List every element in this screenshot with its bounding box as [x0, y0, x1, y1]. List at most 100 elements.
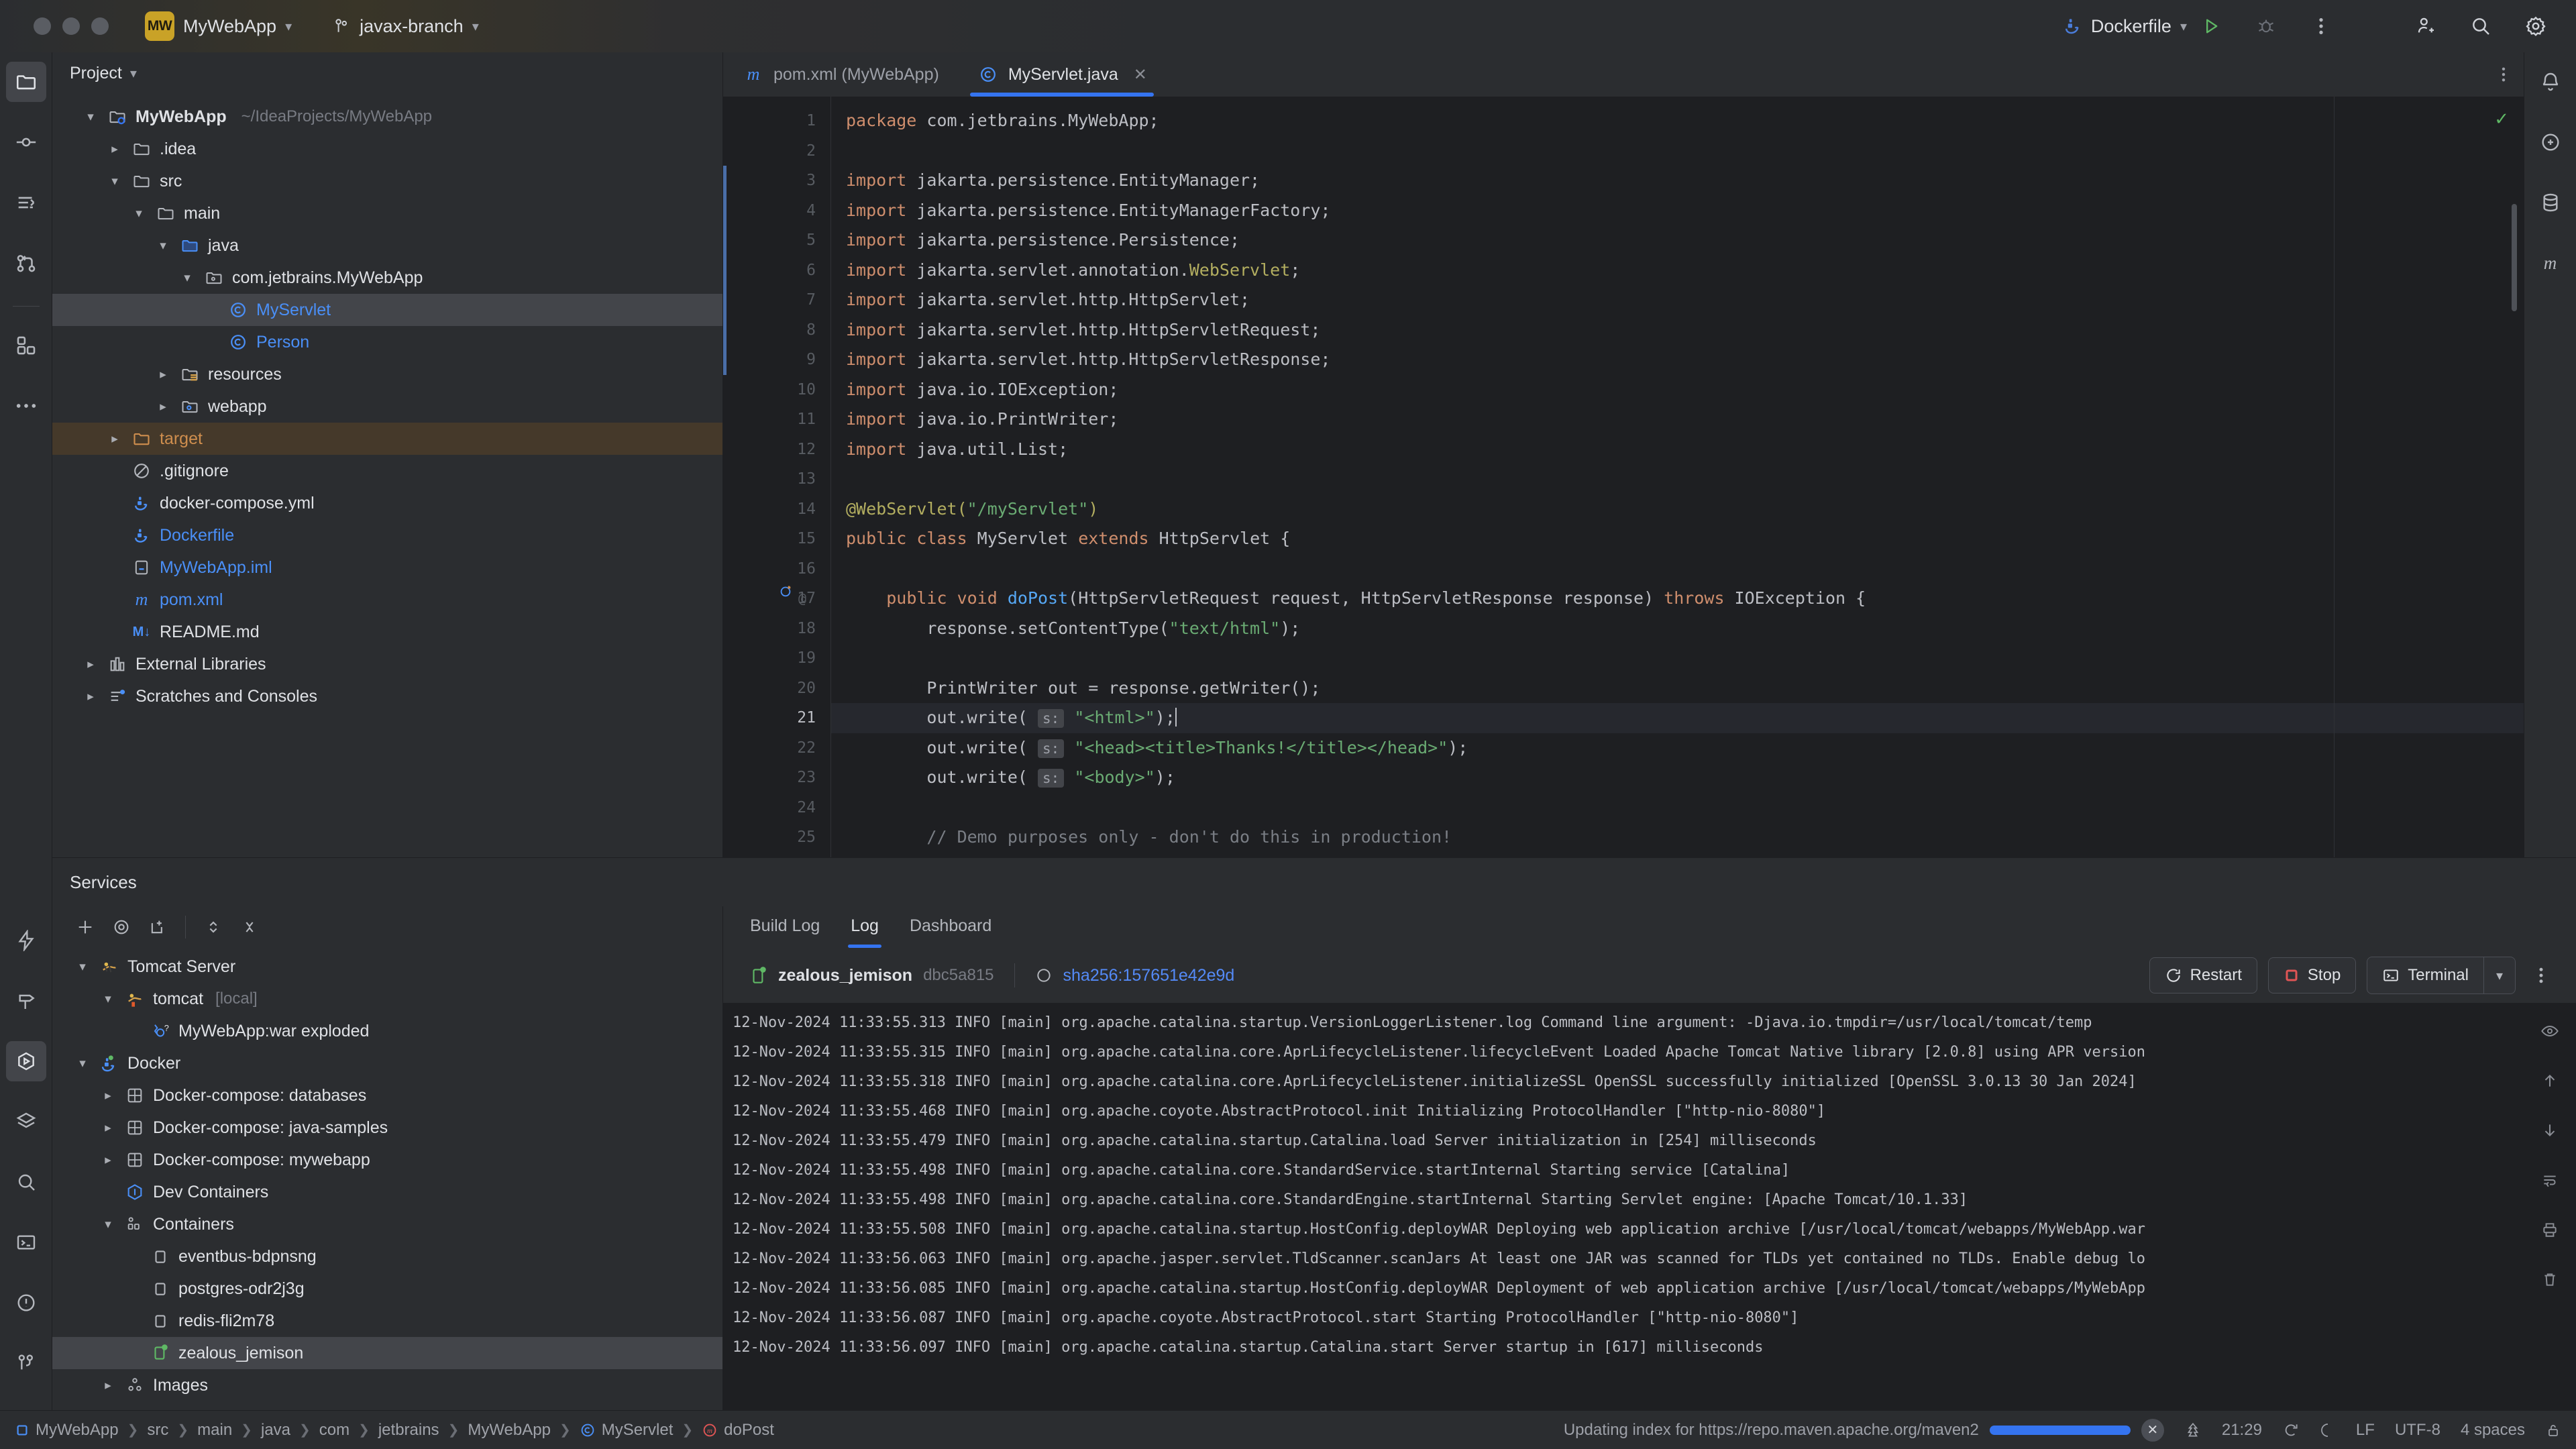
breadcrumb-item[interactable]: MyWebApp — [15, 1421, 119, 1440]
gutter-line-number[interactable]: 20 — [723, 674, 830, 704]
add-user-icon[interactable] — [2410, 10, 2442, 42]
services-icon[interactable] — [6, 1041, 46, 1081]
log-tab[interactable]: Dashboard — [910, 916, 991, 938]
gutter-line-number[interactable]: 2 — [723, 136, 830, 166]
inspection-ok-icon[interactable]: ✓ — [2494, 109, 2509, 129]
code-line[interactable]: public class MyServlet extends HttpServl… — [831, 524, 2524, 554]
line-separator-label[interactable]: LF — [2356, 1421, 2375, 1440]
gutter-line-number[interactable]: 22 — [723, 733, 830, 763]
breadcrumb-item[interactable]: mdoPost — [702, 1421, 774, 1440]
chevron-down-icon[interactable]: ▾ — [2484, 957, 2515, 994]
branch-selector[interactable]: javax-branch ▾ — [325, 12, 487, 41]
services-tree-item[interactable]: ▾Tomcat Server — [52, 951, 722, 983]
add-icon[interactable] — [67, 910, 103, 944]
code-line[interactable]: import jakarta.servlet.http.HttpServletR… — [831, 315, 2524, 345]
scroll-to-end-icon[interactable] — [2532, 1014, 2567, 1049]
annotation-gutter-icon[interactable]: @ — [798, 584, 806, 614]
code-viewport[interactable]: 12345678910111213141516@1718192021222324… — [723, 97, 2524, 857]
project-tree[interactable]: ▾MyWebApp~/IdeaProjects/MyWebApp▸.idea▾s… — [52, 94, 722, 857]
services-tree-item[interactable]: ▸Docker-compose: mywebapp — [52, 1144, 722, 1176]
code-line[interactable]: import jakarta.servlet.http.HttpServletR… — [831, 345, 2524, 375]
terminal-split-button[interactable]: Terminal ▾ — [2367, 957, 2516, 994]
collapse-arrow-icon[interactable]: ▾ — [130, 206, 148, 221]
collapse-arrow-icon[interactable]: ▾ — [82, 109, 99, 125]
more-actions-icon[interactable] — [2526, 965, 2556, 985]
code-line[interactable] — [831, 793, 2524, 823]
window-controls[interactable] — [34, 17, 109, 35]
gutter-line-number[interactable]: 24 — [723, 793, 830, 823]
override-gutter-icon[interactable] — [778, 584, 793, 614]
project-tree-item[interactable]: ▸Dockerfile — [52, 519, 722, 551]
expand-arrow-icon[interactable]: ▸ — [154, 367, 172, 382]
run-icon[interactable] — [2195, 10, 2227, 42]
expand-arrow-icon[interactable]: ▸ — [99, 1120, 117, 1136]
expand-arrow-icon[interactable]: ▸ — [99, 1378, 117, 1393]
sync-icon[interactable] — [2282, 1421, 2300, 1439]
project-tree-item[interactable]: ▸mpom.xml — [52, 584, 722, 616]
gutter-line-number[interactable]: 21 — [723, 703, 830, 733]
project-tree-item[interactable]: ▸docker-compose.yml — [52, 487, 722, 519]
editor-options-icon[interactable] — [2483, 52, 2524, 97]
code-line[interactable]: package com.jetbrains.MyWebApp; — [831, 106, 2524, 136]
services-tree-item[interactable]: ▸Docker-compose: java-samples — [52, 1112, 722, 1144]
editor-tab[interactable]: mpom.xml (MyWebApp) — [723, 52, 958, 97]
project-tree-item[interactable]: ▾src — [52, 165, 722, 197]
services-tree-item[interactable]: ▸eventbus-bdpnsng — [52, 1240, 722, 1273]
build-icon[interactable] — [6, 981, 46, 1021]
breadcrumb-item[interactable]: jetbrains — [378, 1421, 439, 1440]
code-line[interactable]: import jakarta.persistence.Persistence; — [831, 225, 2524, 256]
services-tree-item[interactable]: ▸postgres-odr2j3g — [52, 1273, 722, 1305]
gutter-line-number[interactable]: 8 — [723, 315, 830, 345]
project-tree-item[interactable]: ▾main — [52, 197, 722, 229]
gutter-line-number[interactable]: 6 — [723, 256, 830, 286]
gutter-line-number[interactable]: 19 — [723, 643, 830, 674]
code-line[interactable]: out.write( s: "<head><title>Thanks!</tit… — [831, 733, 2524, 763]
changed-lines-marker[interactable] — [723, 166, 727, 375]
services-tree-item[interactable]: ▾Containers — [52, 1208, 722, 1240]
expand-arrow-icon[interactable]: ▸ — [106, 431, 123, 447]
code-line[interactable]: String name = request.getParameter( s: "… — [831, 853, 2524, 858]
cancel-task-button[interactable]: ✕ — [2141, 1419, 2164, 1442]
editor-tab-bar[interactable]: mpom.xml (MyWebApp)MyServlet.java✕ — [723, 52, 2524, 97]
version-control-icon[interactable] — [6, 1343, 46, 1383]
services-tree-item[interactable]: ▸Dev Containers — [52, 1176, 722, 1208]
breadcrumb-item[interactable]: java — [261, 1421, 290, 1440]
services-tree-item[interactable]: ▸redis-fli2m78 — [52, 1305, 722, 1337]
gutter-line-number[interactable]: 15 — [723, 524, 830, 554]
log-output[interactable]: 12-Nov-2024 11:33:55.313 INFO [main] org… — [723, 1003, 2524, 1410]
gutter-line-number[interactable]: 18 — [723, 614, 830, 644]
breadcrumb-item[interactable]: com — [319, 1421, 350, 1440]
project-tree-item[interactable]: ▾java — [52, 229, 722, 262]
gutter-line-number[interactable]: 14 — [723, 494, 830, 525]
lock-icon[interactable] — [2545, 1421, 2561, 1440]
code-line[interactable]: @WebServlet("/myServlet") — [831, 494, 2524, 525]
gutter-line-number[interactable]: 4 — [723, 196, 830, 226]
project-tree-item[interactable]: ▸resources — [52, 358, 722, 390]
project-tree-item[interactable]: ▾com.jetbrains.MyWebApp — [52, 262, 722, 294]
restart-button[interactable]: Restart — [2149, 957, 2257, 994]
close-tab-icon[interactable]: ✕ — [1134, 65, 1147, 85]
branches-icon[interactable] — [6, 243, 46, 283]
breadcrumb-item[interactable]: main — [197, 1421, 232, 1440]
log-tab-bar[interactable]: Build LogLogDashboard — [723, 906, 2576, 948]
services-tree-item[interactable]: ▾Docker — [52, 1047, 722, 1079]
more-tool-windows-icon[interactable] — [6, 386, 46, 426]
project-selector[interactable]: MW MyWebApp ▾ — [137, 7, 300, 45]
up-icon[interactable] — [2532, 1063, 2567, 1098]
code-line[interactable]: // Demo purposes only - don't do this in… — [831, 822, 2524, 853]
code-line[interactable] — [831, 554, 2524, 584]
gutter-line-number[interactable]: 7 — [723, 285, 830, 315]
code-line[interactable]: import jakarta.servlet.annotation.WebSer… — [831, 256, 2524, 286]
problems-icon[interactable] — [6, 1283, 46, 1323]
collapse-arrow-icon[interactable]: ▾ — [178, 270, 196, 286]
profiler-icon[interactable] — [6, 920, 46, 961]
code-line[interactable]: import java.util.List; — [831, 435, 2524, 465]
services-tree-item[interactable]: ▸?MyWebApp:war exploded — [52, 1015, 722, 1047]
inspections-icon[interactable] — [2320, 1421, 2336, 1439]
stop-button[interactable]: Stop — [2268, 957, 2356, 994]
code-line[interactable]: out.write( s: "<body>"); — [831, 763, 2524, 793]
expand-arrow-icon[interactable]: ▸ — [82, 689, 99, 704]
code-line[interactable] — [831, 643, 2524, 674]
services-tree-item[interactable]: ▸Images — [52, 1369, 722, 1401]
ai-assistant-icon[interactable] — [2530, 122, 2571, 162]
